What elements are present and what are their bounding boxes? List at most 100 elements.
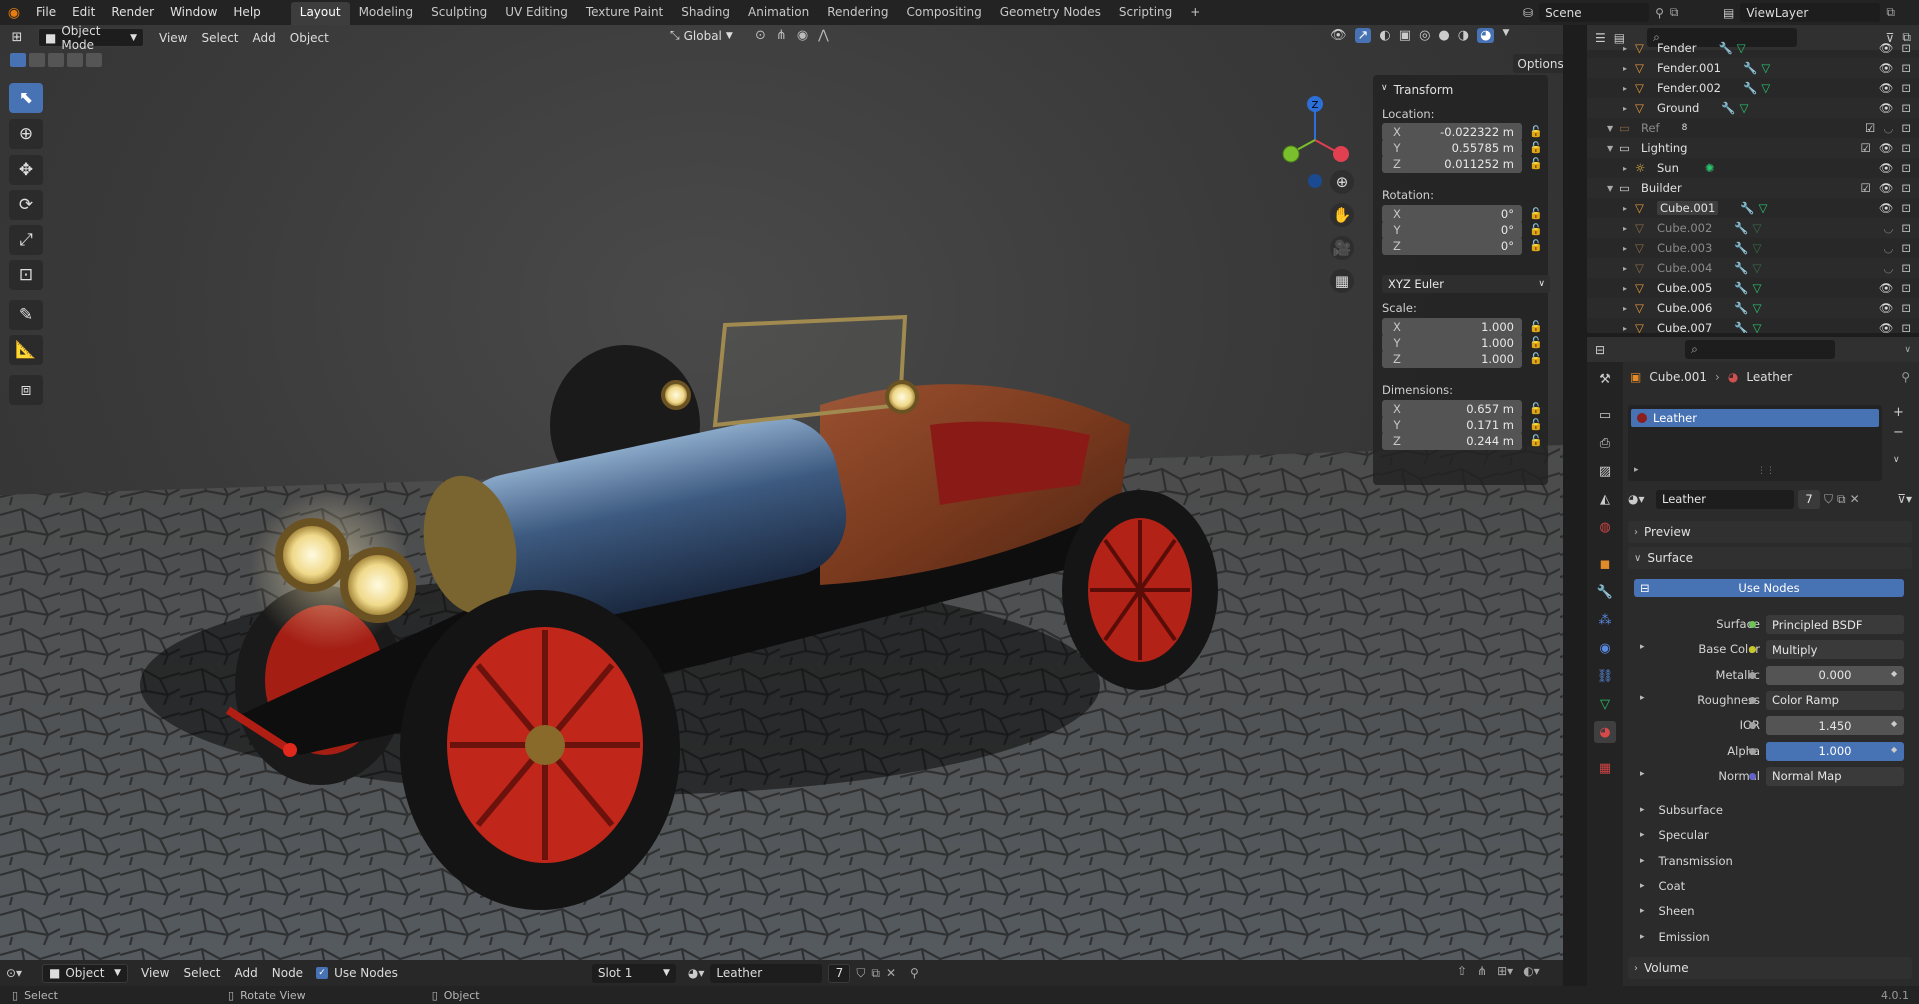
gizmo-icon[interactable]: ↗ (1354, 28, 1372, 43)
camera-render-icon[interactable]: ⊡ (1901, 161, 1911, 175)
socket-dot-icon[interactable] (1749, 696, 1756, 704)
eye-icon[interactable]: 👁 (1879, 181, 1894, 195)
mode-dropdown[interactable]: ■ Object Mode ▼ (38, 25, 144, 52)
checkbox-icon[interactable]: ☑ (1865, 121, 1875, 135)
material-browse-icon[interactable]: ◕▾ (1628, 492, 1652, 506)
area-divider[interactable] (1563, 25, 1587, 960)
rendered-shading-icon[interactable]: ◕ (1477, 28, 1495, 43)
camera-render-icon[interactable]: ⊡ (1901, 61, 1911, 75)
subpanel-sheen[interactable]: ▸ Sheen (1640, 904, 1890, 918)
new-viewlayer-icon[interactable]: ⧉ (1886, 5, 1895, 20)
mesh-data-icon[interactable]: ▽ (1753, 221, 1762, 235)
viewport-menu-view[interactable]: View (152, 28, 194, 48)
chevron-right-icon[interactable]: ▸ (1623, 324, 1635, 333)
modifier-wrench-icon[interactable]: 🔧 (1740, 201, 1754, 215)
select-intersect-icon[interactable] (86, 53, 102, 67)
data-tab[interactable]: ▽ (1594, 693, 1616, 715)
add-workspace-button[interactable]: + (1181, 2, 1209, 25)
preview-section-header[interactable]: › Preview (1628, 521, 1912, 543)
eye-icon[interactable]: 👁 (1879, 41, 1894, 55)
outliner-row[interactable]: ▸ ☼ Sun ✺ 👁 ⊡ (1587, 158, 1919, 178)
rotation-mode-dropdown[interactable]: XYZ Euler ∨ (1382, 275, 1550, 293)
menu-window[interactable]: Window (162, 0, 225, 25)
outliner-row[interactable]: ▸ ▽ Cube.002 🔧 ▽ ◡ ⊡ (1587, 218, 1919, 238)
node-menu-node[interactable]: Node (265, 963, 310, 983)
tool-tab[interactable]: ⚒ (1594, 368, 1616, 390)
mesh-data-icon[interactable]: ▽ (1753, 321, 1762, 333)
subpanel-emission[interactable]: ▸ Emission (1640, 930, 1890, 944)
mesh-data-icon[interactable]: ▽ (1737, 41, 1746, 55)
outliner-row[interactable]: ▸ ▽ Cube.004 🔧 ▽ ◡ ⊡ (1587, 258, 1919, 278)
properties-search-input[interactable]: ⌕ (1685, 340, 1836, 359)
pin-icon[interactable]: ⚲ (1901, 370, 1910, 384)
viewport-menu-object[interactable]: Object (283, 28, 336, 48)
options-button[interactable]: Options▼ (1513, 54, 1563, 73)
viewport-menu-add[interactable]: Add (246, 28, 283, 48)
modifier-wrench-icon[interactable]: 🔧 (1734, 321, 1748, 333)
outliner-row[interactable]: ▸ ▽ Fender.002 🔧 ▽ 👁 ⊡ (1587, 78, 1919, 98)
workspace-tab-layout[interactable]: Layout (290, 2, 350, 25)
eye-icon[interactable]: ◡ (1883, 121, 1893, 135)
select-subtract-icon[interactable] (48, 53, 64, 67)
select-box-tool[interactable]: ⬉ (9, 83, 43, 113)
lock-icon[interactable]: 🔓 (1528, 318, 1544, 334)
modifier-tab[interactable]: 🔧 (1594, 581, 1616, 603)
texture-tab[interactable]: ▦ (1594, 757, 1616, 779)
keyframe-dot-icon[interactable]: ◆ (1891, 745, 1897, 754)
eye-icon[interactable]: 👁 (1879, 201, 1894, 215)
menu-render[interactable]: Render (103, 0, 162, 25)
shading-controls[interactable]: 👁 ↗ ◐ ▣ ◎ ● ◑ ◕ ▼ (1330, 28, 1509, 43)
unlink-material-icon[interactable]: ✕ (1850, 492, 1860, 506)
chevron-right-icon[interactable]: ▸ (1623, 104, 1635, 113)
visibility-icon[interactable]: 👁 (1330, 28, 1347, 43)
pivot-snap-controls[interactable]: ⊙ ⋔ ◉ ⋀ (755, 28, 829, 43)
new-scene-icon[interactable]: ⧉ (1670, 5, 1679, 20)
output-tab[interactable]: ⎙ (1594, 432, 1616, 454)
use-nodes-checkbox[interactable]: ✓ (316, 967, 329, 979)
snap-icon[interactable]: ⋔ (776, 28, 787, 43)
use-nodes-button[interactable]: ⊟ Use Nodes (1634, 579, 1904, 597)
overlay-icon[interactable]: ◐▾ (1523, 964, 1540, 978)
subpanel-coat[interactable]: ▸ Coat (1640, 879, 1890, 893)
mesh-data-icon[interactable]: ▽ (1753, 241, 1762, 255)
outliner-row[interactable]: ▸ ▽ Cube.005 🔧 ▽ 👁 ⊡ (1587, 278, 1919, 298)
particles-tab[interactable]: ⁂ (1594, 609, 1616, 631)
eye-icon[interactable]: 👁 (1879, 281, 1894, 295)
prop-value-alpha[interactable]: 1.000 (1749, 741, 1904, 761)
move-tool[interactable]: ✥ (9, 155, 43, 185)
duplicate-material-icon[interactable]: ⧉ (1837, 492, 1846, 507)
chevron-right-icon[interactable]: ▸ (1623, 204, 1635, 213)
view-layer-tab[interactable]: ▨ (1594, 460, 1616, 482)
node-material-name-field[interactable]: Leather (710, 963, 823, 983)
eye-icon[interactable]: 👁 (1879, 301, 1894, 315)
modifier-wrench-icon[interactable]: 🔧 (1721, 101, 1735, 115)
lock-icon[interactable]: 🔓 (1528, 237, 1544, 253)
node-material-users[interactable]: 7 (828, 963, 851, 983)
outliner-row[interactable]: ▼ ▭ Lighting ☑ 👁 ⊡ (1587, 138, 1919, 158)
camera-render-icon[interactable]: ⊡ (1901, 81, 1911, 95)
duplicate-material-icon[interactable]: ⧉ (871, 966, 880, 981)
slot-menu-chevron-icon[interactable]: ∨ (1893, 455, 1904, 465)
list-resize-grip-icon[interactable]: ⋮⋮ (1757, 466, 1775, 476)
camera-icon[interactable]: 🎥 (1330, 236, 1354, 260)
chevron-right-icon[interactable]: ▸ (1623, 304, 1635, 313)
light-data-icon[interactable]: ✺ (1705, 161, 1715, 175)
chevron-right-icon[interactable]: ▸ (1623, 284, 1635, 293)
chevron-right-icon[interactable]: ▸ (1640, 769, 1645, 779)
transform-header[interactable]: ∨ Transform (1381, 83, 1453, 97)
gizmo-neg-z-axis[interactable] (1308, 174, 1322, 188)
prop-value-roughness[interactable]: Color Ramp (1749, 690, 1904, 710)
snap-target-icon[interactable]: ⊞▾ (1497, 964, 1513, 978)
pin-icon[interactable]: ⚲ (1655, 6, 1664, 20)
camera-render-icon[interactable]: ⊡ (1901, 121, 1911, 135)
camera-render-icon[interactable]: ⊡ (1901, 181, 1911, 195)
workspace-tab-compositing[interactable]: Compositing (897, 2, 990, 25)
prop-value-ior[interactable]: 1.450 (1749, 716, 1904, 736)
modifier-wrench-icon[interactable]: 🔧 (1734, 241, 1748, 255)
list-expand-icon[interactable]: ▸ (1634, 465, 1639, 475)
eye-icon[interactable]: ◡ (1883, 261, 1893, 275)
menu-file[interactable]: File (28, 0, 64, 25)
lock-icon[interactable]: 🔓 (1528, 123, 1544, 139)
cursor-tool[interactable]: ⊕ (9, 119, 43, 149)
workspace-tab-uv-editing[interactable]: UV Editing (496, 2, 577, 25)
